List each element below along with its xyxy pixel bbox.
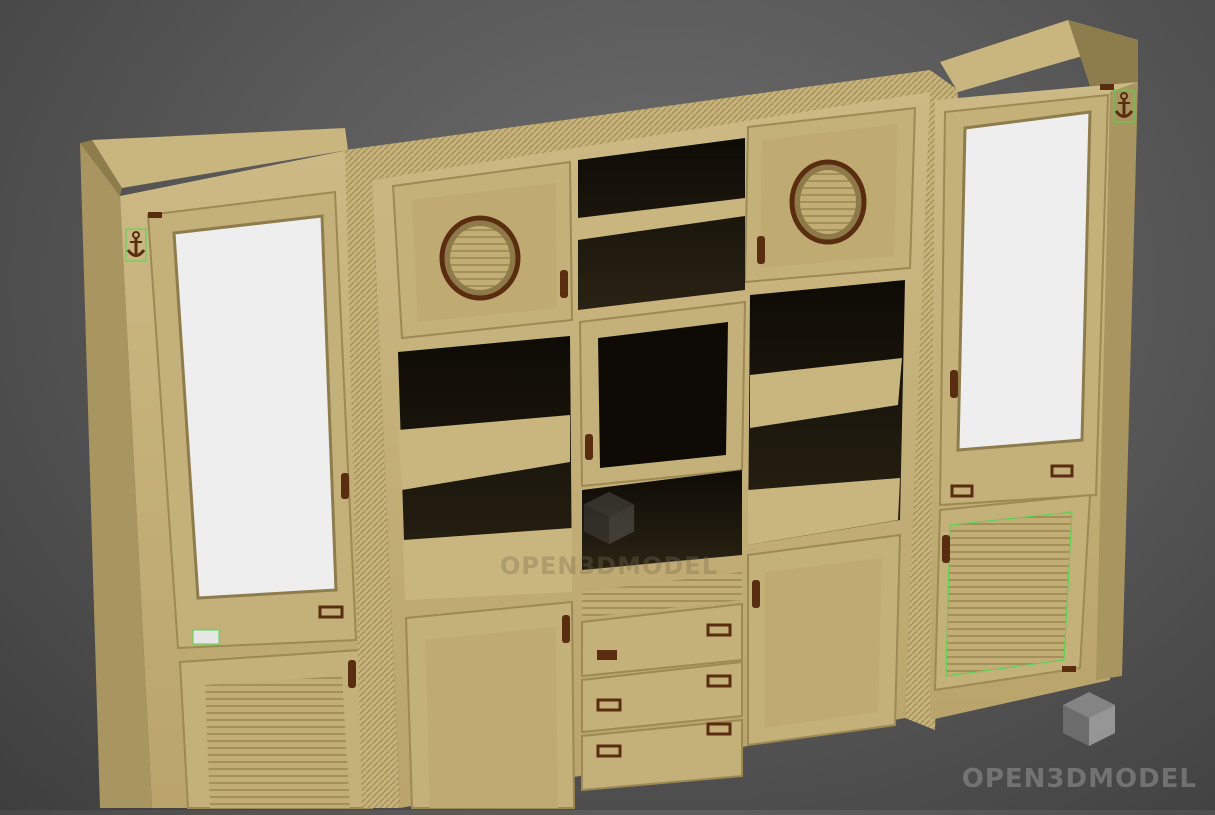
center-door-dark-pane: [598, 322, 728, 468]
watermark-cube-icon: [583, 491, 635, 545]
door-handle-icon: [942, 535, 950, 563]
door-handle-icon: [950, 370, 958, 398]
right-louver-panel: [945, 511, 1073, 677]
hinge: [148, 212, 162, 218]
right-cabinet: [930, 20, 1138, 720]
door-handle-icon: [757, 236, 765, 264]
porthole-icon: [439, 215, 521, 301]
door-handle-icon: [752, 580, 760, 608]
lower-right-door-panel: [765, 558, 882, 728]
watermark-center-text: OPEN3DMODEL: [500, 552, 718, 580]
lower-left-door-panel: [425, 627, 558, 808]
render-viewport: OPEN3DMODEL OPEN3DMODEL: [0, 0, 1215, 810]
drawer-label-plate: [597, 650, 617, 660]
center-unit: [372, 92, 930, 809]
drawer-stack: [581, 602, 743, 792]
door-handle-icon: [348, 660, 356, 688]
hinge: [1100, 84, 1114, 90]
watermark-text: OPEN3DMODEL: [961, 764, 1197, 794]
hinge: [1062, 666, 1076, 672]
watermark-cube-icon: [1063, 692, 1115, 746]
door-handle-icon: [341, 473, 349, 499]
right-glass-pane: [956, 110, 1092, 452]
porthole-icon: [789, 159, 867, 245]
door-handle-icon: [562, 615, 570, 643]
left-louver-panel: [205, 676, 350, 808]
door-handle-icon: [585, 434, 593, 460]
left-glass-pane: [172, 214, 338, 600]
left-cabinet: [80, 128, 374, 809]
left-label-plate: [192, 629, 220, 645]
door-handle-icon: [560, 270, 568, 298]
cabinet-render: [80, 20, 1138, 809]
